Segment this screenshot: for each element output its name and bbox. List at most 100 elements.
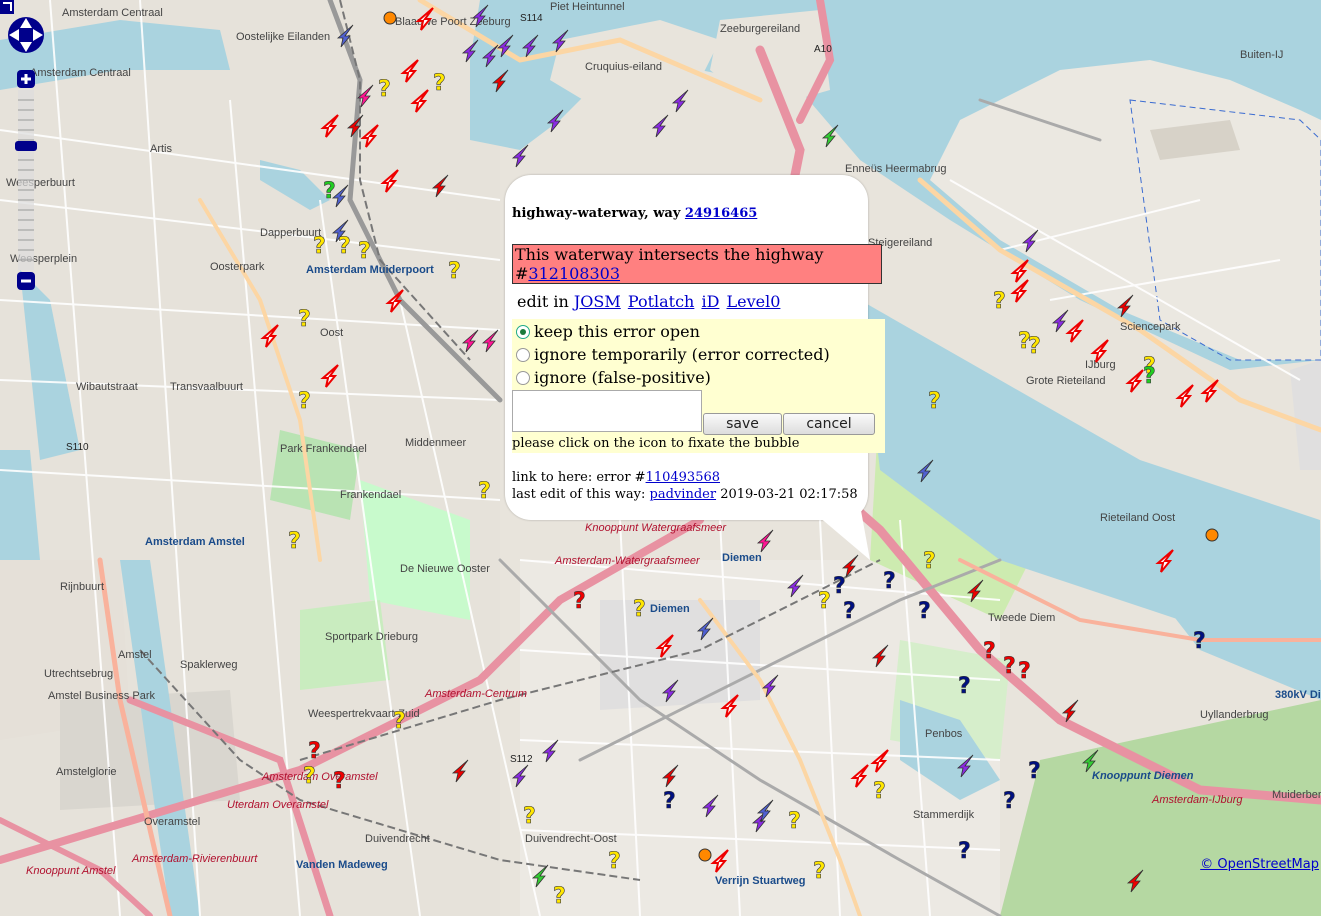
question-red-icon[interactable]: ? bbox=[573, 589, 586, 615]
highway-link[interactable]: 312108303 bbox=[528, 264, 620, 283]
question-red-icon[interactable]: ? bbox=[308, 739, 321, 765]
map-label: Frankendael bbox=[340, 489, 401, 501]
svg-text:?: ? bbox=[923, 549, 936, 574]
svg-text:?: ? bbox=[958, 839, 971, 864]
question-navy-icon[interactable]: ? bbox=[1193, 629, 1206, 655]
map-label: Duivendrecht-Oost bbox=[525, 833, 617, 845]
option-ignore-false-positive[interactable]: ignore (false-positive) bbox=[516, 368, 711, 387]
question-green-icon[interactable]: ? bbox=[323, 179, 336, 205]
question-red-icon[interactable]: ? bbox=[333, 769, 346, 795]
question-yellow-icon[interactable]: ? bbox=[818, 589, 831, 615]
svg-text:?: ? bbox=[788, 809, 801, 834]
question-yellow-icon[interactable]: ? bbox=[338, 234, 351, 260]
way-link[interactable]: 24916465 bbox=[685, 206, 757, 221]
question-navy-icon[interactable]: ? bbox=[883, 569, 896, 595]
pan-zoom-control[interactable] bbox=[0, 0, 60, 300]
svg-text:?: ? bbox=[338, 234, 351, 259]
question-navy-icon[interactable]: ? bbox=[1028, 759, 1041, 785]
option-label: ignore temporarily (error corrected) bbox=[534, 345, 830, 364]
person-orange-icon[interactable] bbox=[698, 848, 712, 862]
person-orange-icon[interactable] bbox=[383, 11, 397, 25]
svg-text:?: ? bbox=[833, 574, 846, 599]
question-navy-icon[interactable]: ? bbox=[663, 789, 676, 815]
question-red-icon[interactable]: ? bbox=[1003, 654, 1016, 680]
radio-keep-open[interactable] bbox=[516, 324, 530, 339]
svg-text:?: ? bbox=[813, 859, 826, 884]
question-yellow-icon[interactable]: ? bbox=[633, 597, 646, 623]
cancel-button[interactable]: cancel bbox=[783, 413, 875, 435]
svg-text:?: ? bbox=[1018, 659, 1031, 684]
map-label: Rijnbuurt bbox=[60, 581, 104, 593]
map-label: Amsterdam Centraal bbox=[62, 7, 163, 19]
svg-text:?: ? bbox=[553, 884, 566, 909]
question-navy-icon[interactable]: ? bbox=[833, 574, 846, 600]
map-label: Zeeburgereiland bbox=[720, 23, 800, 35]
option-ignore-temporarily[interactable]: ignore temporarily (error corrected) bbox=[516, 345, 830, 364]
question-yellow-icon[interactable]: ? bbox=[313, 234, 326, 260]
question-yellow-icon[interactable]: ? bbox=[873, 779, 886, 805]
question-navy-icon[interactable]: ? bbox=[843, 599, 856, 625]
map-label: Tweede Diem bbox=[988, 612, 1055, 624]
svg-text:?: ? bbox=[818, 589, 831, 614]
svg-text:?: ? bbox=[478, 479, 491, 504]
question-yellow-icon[interactable]: ? bbox=[358, 239, 371, 265]
question-yellow-icon[interactable]: ? bbox=[553, 884, 566, 910]
edit-potlatch-link[interactable]: Potlatch bbox=[628, 292, 695, 311]
map-label: Utrechtsebrug bbox=[44, 668, 113, 680]
map-label: Dapperbuurt bbox=[260, 227, 321, 239]
question-green-icon[interactable]: ? bbox=[1143, 364, 1156, 390]
save-button[interactable]: save bbox=[703, 413, 782, 435]
svg-text:?: ? bbox=[323, 179, 336, 204]
pan-control[interactable] bbox=[0, 0, 44, 53]
comment-textarea[interactable] bbox=[512, 390, 702, 432]
zoom-slider[interactable] bbox=[15, 70, 37, 290]
question-yellow-icon[interactable]: ? bbox=[993, 289, 1006, 315]
map-label: Verrijn Stuartweg bbox=[715, 875, 805, 887]
option-label: ignore (false-positive) bbox=[534, 368, 711, 387]
question-yellow-icon[interactable]: ? bbox=[303, 764, 316, 790]
question-yellow-icon[interactable]: ? bbox=[288, 529, 301, 555]
last-editor-link[interactable]: padvinder bbox=[650, 487, 717, 502]
question-navy-icon[interactable]: ? bbox=[1003, 789, 1016, 815]
question-yellow-icon[interactable]: ? bbox=[378, 77, 391, 103]
svg-text:?: ? bbox=[918, 599, 931, 624]
question-yellow-icon[interactable]: ? bbox=[1028, 334, 1041, 360]
option-keep-open[interactable]: keep this error open bbox=[516, 322, 700, 341]
question-yellow-icon[interactable]: ? bbox=[298, 307, 311, 333]
status-form: keep this error open ignore temporarily … bbox=[512, 319, 885, 453]
edit-josm-link[interactable]: JOSM bbox=[574, 292, 621, 311]
svg-text:?: ? bbox=[883, 569, 896, 594]
question-red-icon[interactable]: ? bbox=[983, 639, 996, 665]
question-yellow-icon[interactable]: ? bbox=[608, 849, 621, 875]
svg-text:?: ? bbox=[608, 849, 621, 874]
question-yellow-icon[interactable]: ? bbox=[393, 709, 406, 735]
edit-level0-link[interactable]: Level0 bbox=[727, 292, 781, 311]
question-yellow-icon[interactable]: ? bbox=[928, 389, 941, 415]
question-yellow-icon[interactable]: ? bbox=[788, 809, 801, 835]
edit-id-link[interactable]: iD bbox=[701, 292, 719, 311]
question-yellow-icon[interactable]: ? bbox=[813, 859, 826, 885]
question-yellow-icon[interactable]: ? bbox=[523, 804, 536, 830]
question-yellow-icon[interactable]: ? bbox=[298, 389, 311, 415]
radio-ignore-temporarily[interactable] bbox=[516, 347, 530, 362]
question-yellow-icon[interactable]: ? bbox=[448, 259, 461, 285]
map-label: Park Frankendael bbox=[280, 443, 367, 455]
question-red-icon[interactable]: ? bbox=[1018, 659, 1031, 685]
svg-text:?: ? bbox=[298, 389, 311, 414]
radio-false-positive[interactable] bbox=[516, 370, 530, 385]
question-navy-icon[interactable]: ? bbox=[958, 839, 971, 865]
map-label: Artis bbox=[150, 143, 173, 155]
map-label: Diemen bbox=[650, 603, 690, 615]
person-orange-icon[interactable] bbox=[1205, 528, 1219, 542]
map-label: Amsterdam Amstel bbox=[145, 536, 245, 548]
question-yellow-icon[interactable]: ? bbox=[478, 479, 491, 505]
map-label: Amstel bbox=[118, 649, 152, 661]
attribution[interactable]: © OpenStreetMap bbox=[1200, 857, 1319, 872]
question-yellow-icon[interactable]: ? bbox=[433, 71, 446, 97]
svg-text:?: ? bbox=[288, 529, 301, 554]
question-navy-icon[interactable]: ? bbox=[958, 674, 971, 700]
question-yellow-icon[interactable]: ? bbox=[923, 549, 936, 575]
error-link[interactable]: 110493568 bbox=[646, 470, 720, 485]
question-navy-icon[interactable]: ? bbox=[918, 599, 931, 625]
popup-title: highway-waterway, way 24916465 bbox=[512, 206, 887, 221]
